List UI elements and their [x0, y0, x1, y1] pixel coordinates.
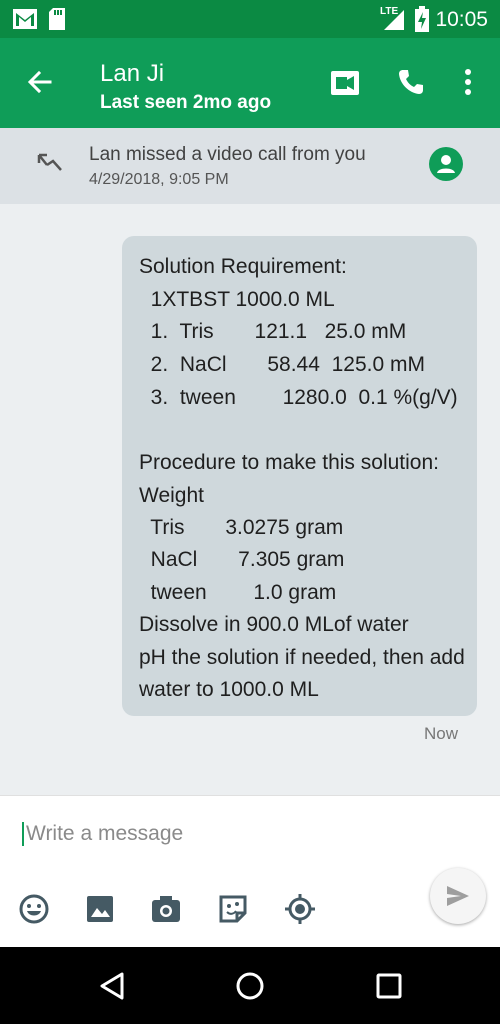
back-arrow-icon[interactable] [26, 70, 52, 96]
message-line: 1. Tris 121.1 25.0 mM [139, 320, 407, 343]
message-line: Solution Requirement: [139, 255, 347, 278]
missed-call-text: Lan missed a video call from you [89, 144, 366, 165]
message-input[interactable]: Write a message [22, 822, 183, 846]
image-icon[interactable] [83, 892, 117, 926]
message-line: 1XTBST 1000.0 ML [139, 288, 335, 311]
message-composer: Write a message [0, 795, 500, 948]
app-toolbar: Lan Ji Last seen 2mo ago [0, 38, 500, 128]
sticker-icon[interactable] [216, 892, 250, 926]
message-line: tween 1.0 gram [139, 581, 337, 604]
send-button[interactable] [430, 868, 486, 924]
message-line: water to 1000.0 ML [139, 678, 319, 701]
contact-name[interactable]: Lan Ji [100, 60, 164, 88]
lte-signal-icon [384, 10, 404, 30]
gmail-icon [13, 9, 37, 29]
status-time: 10:05 [435, 8, 488, 31]
message-line: NaCl 7.305 gram [139, 548, 345, 571]
more-vert-icon[interactable] [464, 68, 472, 96]
send-icon [447, 886, 469, 906]
missed-call-banner[interactable]: Lan missed a video call from you 4/29/20… [0, 128, 500, 204]
nav-back-icon[interactable] [98, 971, 126, 1001]
phone-icon[interactable] [397, 68, 425, 96]
contact-avatar-icon[interactable] [429, 147, 463, 181]
emoji-icon[interactable] [17, 892, 51, 926]
message-line: Tris 3.0275 gram [139, 516, 344, 539]
message-line: Dissolve in 900.0 MLof water [139, 613, 409, 636]
battery-charging-icon [415, 6, 429, 32]
message-timestamp: Now [423, 724, 458, 743]
message-line: 3. tween 1280.0 0.1 %(g/V) [139, 386, 458, 409]
location-icon[interactable] [283, 892, 317, 926]
nav-home-icon[interactable] [236, 972, 264, 1000]
nav-recents-icon[interactable] [376, 973, 402, 999]
status-bar: LTE 10:05 [0, 0, 500, 38]
message-line: Weight [139, 484, 204, 507]
missed-video-call-icon [37, 153, 62, 171]
message-line: Procedure to make this solution: [139, 451, 439, 474]
video-call-icon[interactable] [330, 70, 360, 96]
navigation-bar [0, 947, 500, 1024]
missed-call-timestamp: 4/29/2018, 9:05 PM [89, 171, 229, 188]
sd-card-icon [49, 8, 65, 30]
message-line: 2. NaCl 58.44 125.0 mM [139, 353, 425, 376]
message-line: pH the solution if needed, then add [139, 646, 465, 669]
camera-icon[interactable] [149, 892, 183, 926]
last-seen-status: Last seen 2mo ago [100, 92, 272, 113]
